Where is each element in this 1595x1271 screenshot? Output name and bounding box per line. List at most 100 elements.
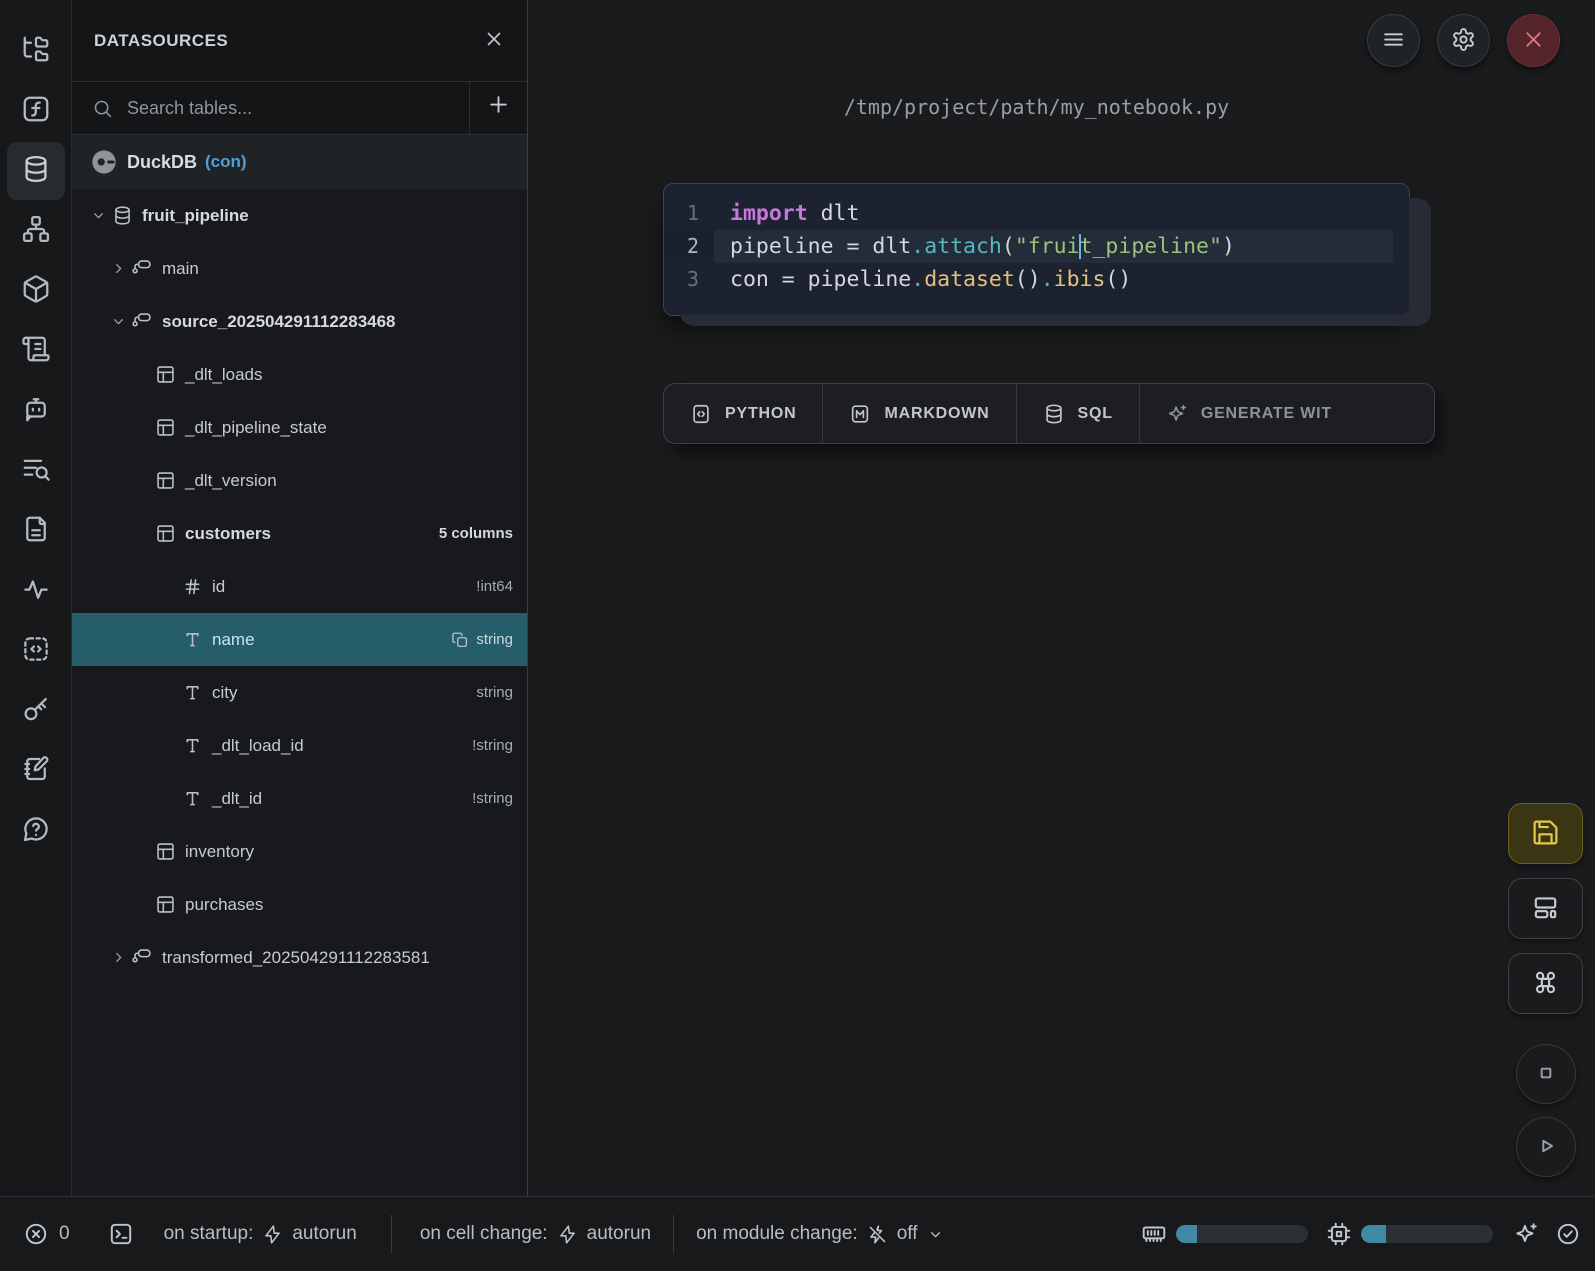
table-icon [155,523,176,544]
close-icon [1521,27,1546,55]
duckdb-logo-icon [90,148,118,176]
tree-row-main[interactable]: main [72,242,527,295]
box-icon [21,274,51,309]
tree-row-city[interactable]: citystring [72,666,527,719]
search-icon [92,98,113,119]
line-number: 2 [664,230,714,263]
ram-icon [1141,1221,1167,1247]
settings-button[interactable] [1437,14,1490,67]
tree-right-label: 5 columns [439,525,513,542]
tree-row-_dlt_pipeline_state[interactable]: _dlt_pipeline_state [72,401,527,454]
tree-row-transformed_202504291112283581[interactable]: transformed_202504291112283581 [72,931,527,984]
cpu-usage-bar [1361,1225,1493,1243]
tree-right-label: !int64 [476,578,513,595]
add-python-cell-button[interactable]: PYTHON [664,384,823,443]
rail-item-help[interactable] [7,802,65,860]
add-markdown-cell-button[interactable]: MARKDOWN [823,384,1016,443]
error-count-value: 0 [59,1223,70,1245]
code-editor[interactable]: 1import dlt2pipeline = dlt.attach("fruit… [664,197,1409,296]
panel-header: DATASOURCES [72,0,527,82]
error-count[interactable]: 0 [23,1221,70,1247]
add-sql-cell-button[interactable]: SQL [1017,384,1140,443]
file-tree-icon [21,34,51,69]
tree-row-_dlt_id[interactable]: _dlt_id!string [72,772,527,825]
notebook-path: /tmp/project/path/my_notebook.py [663,95,1410,119]
on-module-change-label: on module change: [696,1223,858,1245]
keyboard-shortcuts-button[interactable] [1508,953,1583,1014]
on-cell-change-value: autorun [587,1223,651,1245]
code-line-3[interactable]: 3con = pipeline.dataset().ibis() [664,263,1409,296]
resource-usage [1141,1221,1581,1247]
rail-item-file-tree[interactable] [7,22,65,80]
tree-row-_dlt_loads[interactable]: _dlt_loads [72,348,527,401]
ram-usage-fill [1176,1225,1197,1243]
tree-label: main [162,259,199,279]
schema-icon [132,947,153,968]
rail-item-scratchpad[interactable] [7,322,65,380]
rail-item-snippets[interactable] [7,622,65,680]
tree-right-label: !string [472,790,513,807]
key-icon [21,694,51,729]
tree-row-source_202504291112283468[interactable]: source_202504291112283468 [72,295,527,348]
rail-item-notebook[interactable] [7,742,65,800]
line-number: 1 [664,197,714,230]
run-button[interactable] [1516,1117,1576,1177]
rail-item-functions[interactable] [7,82,65,140]
ai-assistant-button[interactable] [1513,1221,1539,1247]
rail-item-logs[interactable] [7,442,65,500]
tree-row-customers[interactable]: customers5 columns [72,507,527,560]
save-button[interactable] [1508,803,1583,864]
table-icon [155,470,176,491]
tree-row-inventory[interactable]: inventory [72,825,527,878]
divider [391,1215,392,1253]
close-panel-button[interactable] [483,28,505,53]
rail-item-dependencies[interactable] [7,202,65,260]
on-cell-change-setting[interactable]: on cell change: autorun [420,1223,651,1245]
database-icon [1043,403,1065,425]
layout-button[interactable] [1508,878,1583,939]
panel-title: DATASOURCES [94,31,228,51]
add-datasource-button[interactable] [469,82,527,134]
schema-icon [132,258,153,279]
tree-row-_dlt_version[interactable]: _dlt_version [72,454,527,507]
code-cell[interactable]: 1import dlt2pipeline = dlt.attach("fruit… [663,183,1410,316]
layout-icon [1531,893,1560,925]
engine-row-duckdb[interactable]: DuckDB (con) [72,135,527,189]
rail-item-chat[interactable] [7,382,65,440]
on-module-change-value: off [897,1223,918,1245]
on-startup-setting[interactable]: on startup: autorun [164,1223,357,1245]
generate-with-ai-button[interactable]: GENERATE WIT [1140,384,1346,443]
zap-icon [557,1224,578,1245]
tree-row-purchases[interactable]: purchases [72,878,527,931]
tree-row-fruit_pipeline[interactable]: fruit_pipeline [72,189,527,242]
tree-row-id[interactable]: id!int64 [72,560,527,613]
tree-row-_dlt_load_id[interactable]: _dlt_load_id!string [72,719,527,772]
stop-button[interactable] [1516,1044,1576,1104]
search-tables-input[interactable] [127,98,469,119]
status-bar: 0 on startup: autorun on cell change: au… [0,1196,1595,1271]
menu-button[interactable] [1367,14,1420,67]
engine-name: DuckDB [127,152,197,173]
terminal-button[interactable] [108,1221,134,1247]
shutdown-button[interactable] [1507,14,1560,67]
type-icon [182,682,203,703]
rail-item-datasources[interactable] [7,142,65,200]
rail-item-secrets[interactable] [7,682,65,740]
stop-icon [1533,1060,1559,1089]
code-line-2[interactable]: 2pipeline = dlt.attach("fruit_pipeline") [664,230,1409,263]
rail-item-documentation[interactable] [7,502,65,560]
rail-item-packages[interactable] [7,262,65,320]
on-startup-value: autorun [292,1223,356,1245]
rail-item-tracing[interactable] [7,562,65,620]
tree-label: purchases [185,895,263,915]
code-line-1[interactable]: 1import dlt [664,197,1409,230]
tree-row-name[interactable]: namestring [72,613,527,666]
tree-label: _dlt_pipeline_state [185,418,327,438]
copy-icon[interactable] [451,631,469,649]
sparkles-icon [1166,403,1188,425]
table-icon [155,841,176,862]
chevron-down-icon [90,207,112,224]
connection-status-button[interactable] [1555,1221,1581,1247]
database-icon [21,154,51,189]
on-module-change-setting[interactable]: on module change: off [696,1223,943,1245]
